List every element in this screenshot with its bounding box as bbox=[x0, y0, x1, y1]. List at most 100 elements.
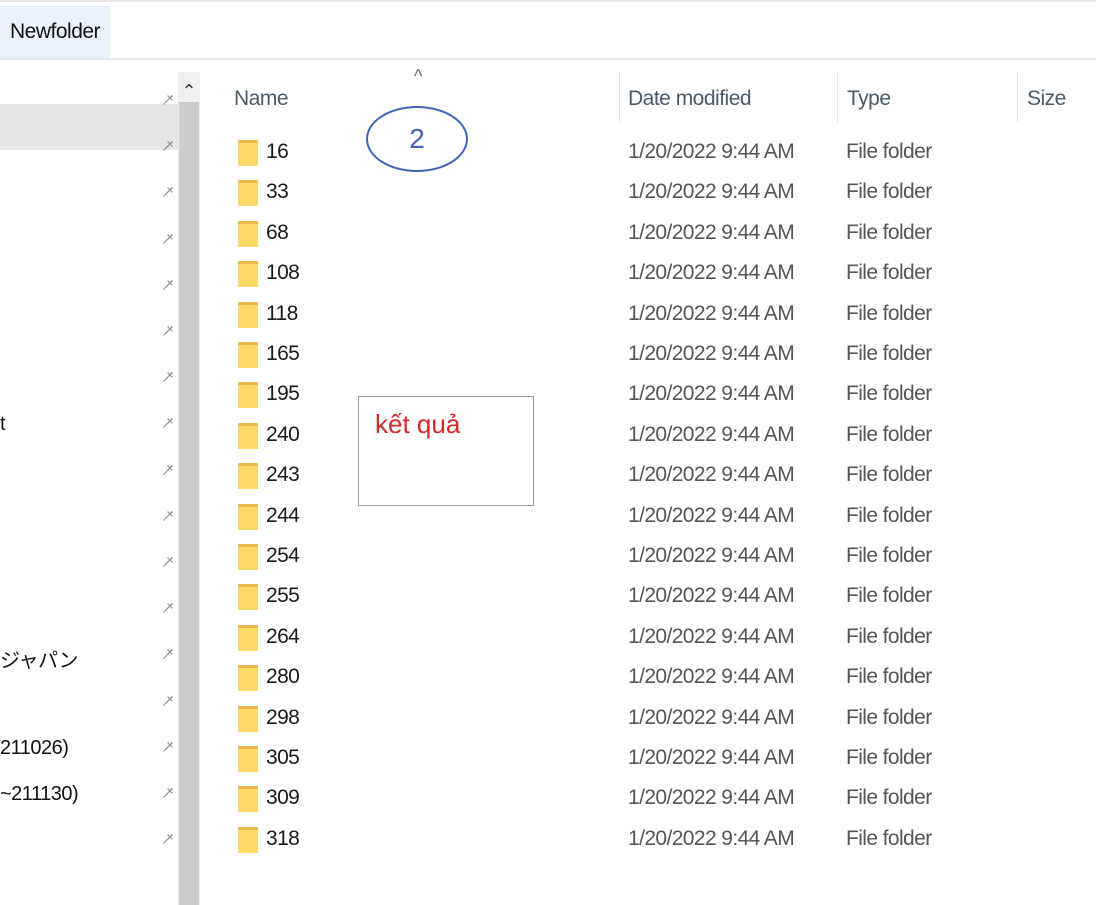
folder-icon bbox=[238, 259, 258, 288]
folder-icon bbox=[238, 825, 258, 853]
item-type: File folder bbox=[846, 382, 932, 406]
date-modified: 1/20/2022 9:44 AM bbox=[628, 301, 795, 325]
folder-name: 16 bbox=[266, 140, 289, 163]
folder-icon bbox=[238, 502, 258, 530]
pin-icon[interactable]: † bbox=[154, 181, 179, 206]
table-row[interactable]: 280 1/20/2022 9:44 AM File folder bbox=[236, 663, 1096, 703]
folder-name: 255 bbox=[266, 584, 300, 608]
pin-icon[interactable]: † bbox=[154, 735, 179, 760]
date-modified: 1/20/2022 9:44 AM bbox=[628, 180, 795, 204]
date-modified: 1/20/2022 9:44 AM bbox=[628, 220, 795, 244]
annotation-note-box: kết quả bbox=[358, 396, 534, 506]
pin-icon[interactable]: † bbox=[154, 550, 179, 575]
folder-name: 244 bbox=[266, 503, 300, 527]
folder-icon bbox=[238, 582, 258, 611]
date-modified: 1/20/2022 9:44 AM bbox=[628, 261, 795, 285]
folder-icon bbox=[238, 340, 258, 368]
folder-name: 165 bbox=[266, 342, 300, 365]
column-header-name[interactable]: Name bbox=[234, 84, 289, 114]
folder-name: 195 bbox=[266, 382, 300, 406]
date-modified: 1/20/2022 9:44 AM bbox=[628, 342, 795, 365]
nav-selected-item[interactable] bbox=[0, 104, 178, 150]
item-type: File folder bbox=[846, 826, 932, 850]
scroll-up-icon[interactable]: ⌃ bbox=[178, 78, 200, 104]
table-row[interactable]: 108 1/20/2022 9:44 AM File folder bbox=[236, 259, 1096, 299]
pin-icon[interactable]: † bbox=[154, 827, 179, 852]
nav-item-label[interactable]: ~211130) bbox=[0, 783, 79, 806]
date-modified: 1/20/2022 9:44 AM bbox=[628, 140, 795, 163]
table-row[interactable]: 165 1/20/2022 9:44 AM File folder bbox=[236, 340, 1096, 380]
pin-icon[interactable]: † bbox=[154, 412, 179, 437]
breadcrumb-newfolder[interactable]: Newfolder bbox=[0, 6, 111, 58]
table-row[interactable]: 255 1/20/2022 9:44 AM File folder bbox=[236, 582, 1096, 622]
table-row[interactable]: 68 1/20/2022 9:44 AM File folder bbox=[236, 219, 1096, 259]
table-row[interactable]: 16 1/20/2022 9:44 AM File folder bbox=[236, 138, 1096, 178]
folder-icon bbox=[238, 421, 258, 449]
pin-icon[interactable]: † bbox=[154, 596, 179, 621]
date-modified: 1/20/2022 9:44 AM bbox=[628, 665, 795, 689]
table-row[interactable]: 118 1/20/2022 9:44 AM File folder bbox=[236, 300, 1096, 340]
pin-icon[interactable]: † bbox=[154, 689, 179, 714]
item-type: File folder bbox=[846, 463, 932, 487]
nav-scrollbar[interactable]: ⌃ bbox=[178, 72, 200, 905]
date-modified: 1/20/2022 9:44 AM bbox=[628, 705, 795, 729]
date-modified: 1/20/2022 9:44 AM bbox=[628, 746, 795, 769]
item-type: File folder bbox=[846, 220, 932, 244]
pin-icon[interactable]: † bbox=[154, 227, 179, 252]
column-divider[interactable] bbox=[619, 72, 620, 122]
date-modified: 1/20/2022 9:44 AM bbox=[628, 382, 795, 406]
folder-icon bbox=[238, 380, 258, 409]
column-divider[interactable] bbox=[1017, 72, 1018, 122]
folder-name: 309 bbox=[266, 786, 300, 810]
item-type: File folder bbox=[846, 705, 932, 729]
item-type: File folder bbox=[846, 261, 932, 285]
table-row[interactable]: 305 1/20/2022 9:44 AM File folder bbox=[236, 744, 1096, 784]
table-row[interactable]: 309 1/20/2022 9:44 AM File folder bbox=[236, 784, 1096, 824]
annotation-note-text: kết quả bbox=[375, 409, 461, 439]
pin-icon[interactable]: † bbox=[154, 458, 179, 483]
pin-icon[interactable]: † bbox=[154, 273, 179, 298]
nav-item-label[interactable]: 211026) bbox=[0, 737, 69, 760]
item-type: File folder bbox=[846, 746, 932, 769]
folder-icon bbox=[238, 663, 258, 692]
pin-icon[interactable]: † bbox=[154, 643, 179, 668]
folder-name: 264 bbox=[266, 624, 300, 648]
table-row[interactable]: 264 1/20/2022 9:44 AM File folder bbox=[236, 623, 1096, 663]
column-header-size[interactable]: Size bbox=[1027, 84, 1066, 114]
folder-icon bbox=[238, 300, 258, 328]
navigation-pane: † † † † † † † † t † † † † † ジャパン † † 211026) † ~211130) † bbox=[0, 72, 178, 905]
date-modified: 1/20/2022 9:44 AM bbox=[628, 503, 795, 527]
folder-name: 68 bbox=[266, 220, 289, 244]
item-type: File folder bbox=[846, 342, 932, 365]
table-row[interactable]: 244 1/20/2022 9:44 AM File folder bbox=[236, 502, 1096, 542]
folder-icon bbox=[238, 138, 258, 166]
column-divider[interactable] bbox=[837, 72, 838, 122]
folder-name: 243 bbox=[266, 463, 300, 487]
nav-item-label[interactable]: ジャパン bbox=[0, 644, 79, 673]
pin-icon[interactable]: † bbox=[154, 319, 179, 344]
pin-icon[interactable]: † bbox=[154, 365, 179, 390]
folder-name: 108 bbox=[266, 261, 300, 285]
item-type: File folder bbox=[846, 624, 932, 648]
table-row[interactable]: 254 1/20/2022 9:44 AM File folder bbox=[236, 542, 1096, 582]
address-bar[interactable]: Newfolder bbox=[0, 0, 1096, 60]
annotation-circle: 2 bbox=[366, 106, 468, 172]
column-header-date-modified[interactable]: Date modified bbox=[628, 84, 752, 114]
folder-name: 254 bbox=[266, 544, 300, 567]
date-modified: 1/20/2022 9:44 AM bbox=[628, 544, 795, 567]
folder-name: 118 bbox=[266, 301, 298, 325]
column-header-type[interactable]: Type bbox=[847, 84, 891, 114]
folder-icon bbox=[238, 542, 258, 570]
folder-name: 305 bbox=[266, 746, 300, 769]
table-row[interactable]: 318 1/20/2022 9:44 AM File folder bbox=[236, 825, 1096, 865]
date-modified: 1/20/2022 9:44 AM bbox=[628, 463, 795, 487]
folder-icon bbox=[238, 704, 258, 732]
nav-item-label[interactable]: t bbox=[0, 413, 6, 436]
table-row[interactable]: 298 1/20/2022 9:44 AM File folder bbox=[236, 704, 1096, 744]
pin-icon[interactable]: † bbox=[154, 781, 179, 806]
pin-icon[interactable]: † bbox=[154, 504, 179, 529]
scroll-thumb[interactable] bbox=[179, 102, 199, 905]
sort-ascending-icon: ^ bbox=[414, 66, 423, 86]
folder-name: 318 bbox=[266, 826, 300, 850]
table-row[interactable]: 33 1/20/2022 9:44 AM File folder bbox=[236, 178, 1096, 218]
